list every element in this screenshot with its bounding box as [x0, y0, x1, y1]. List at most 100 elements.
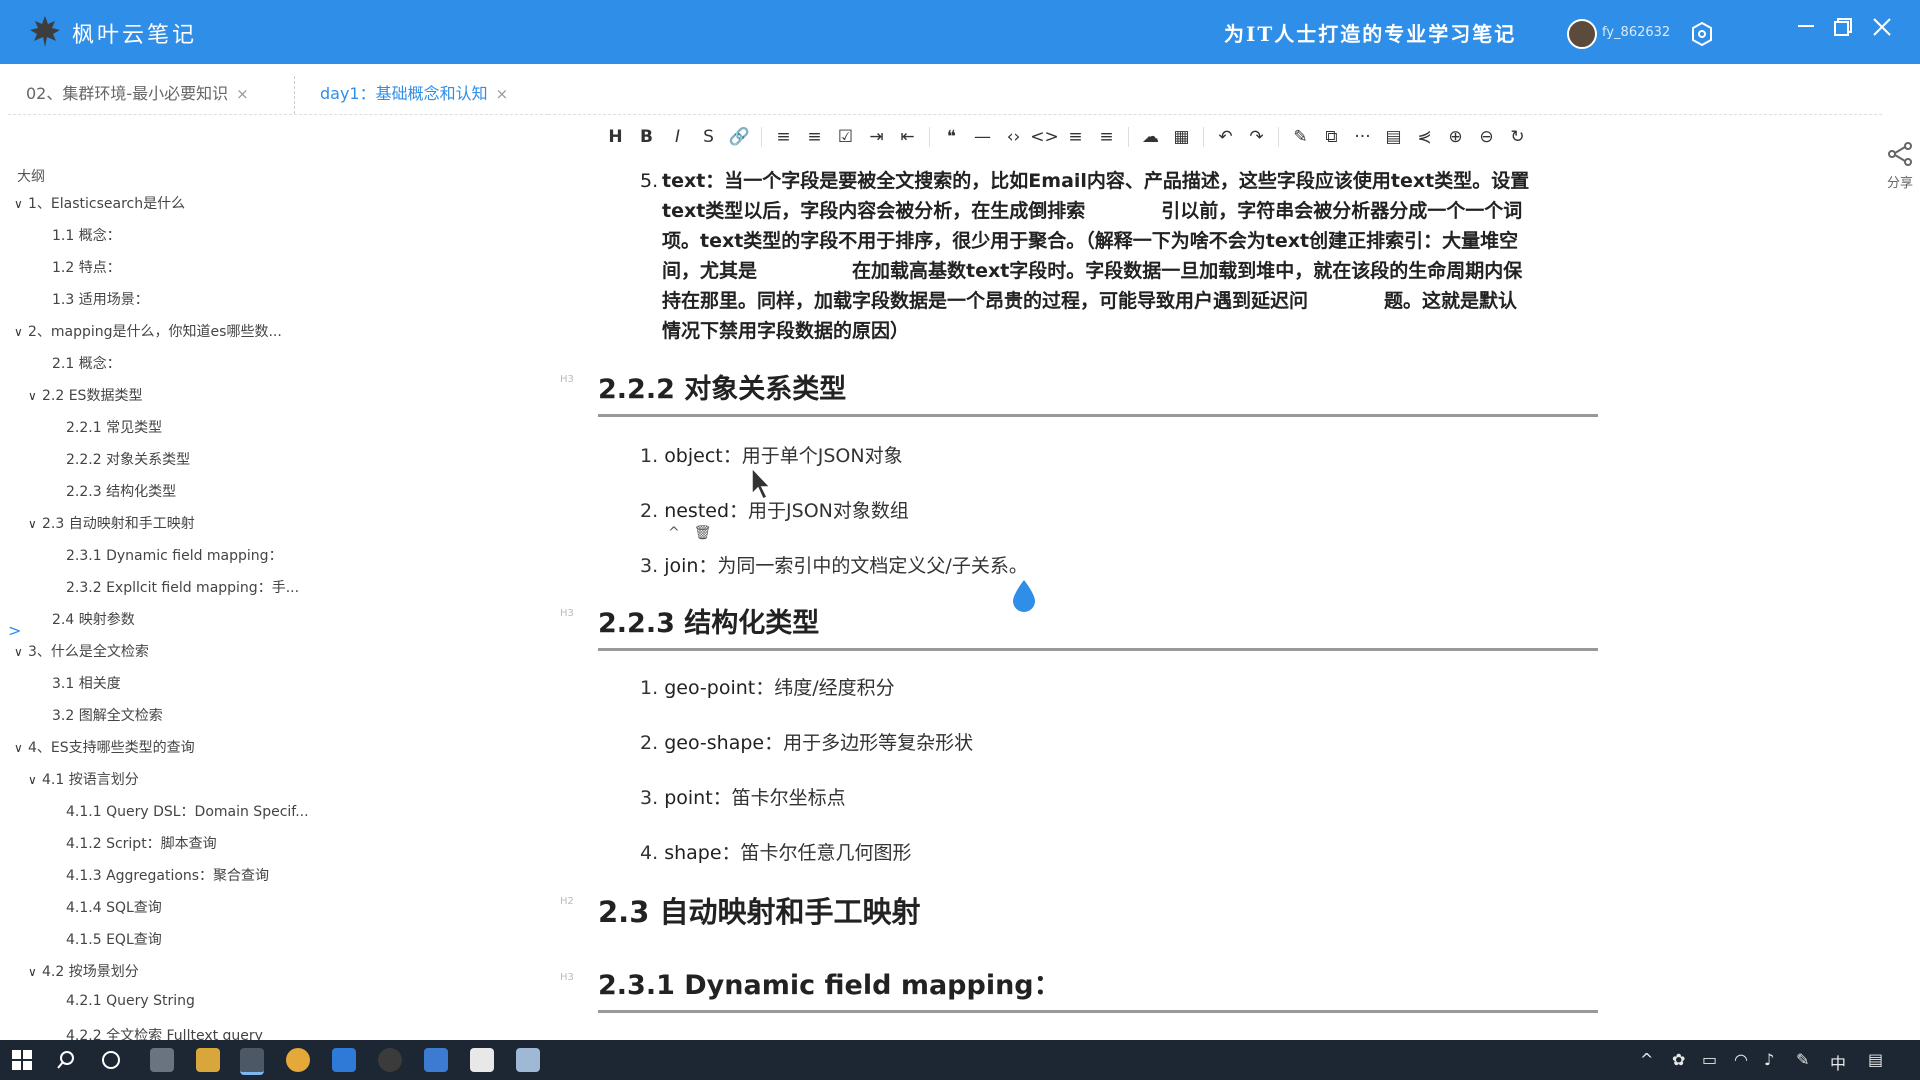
- indent-icon[interactable]: ⇥: [861, 124, 892, 150]
- notification-icon[interactable]: ▤: [1868, 1050, 1883, 1069]
- gear-tray-icon[interactable]: ✿: [1672, 1050, 1685, 1069]
- username[interactable]: fy_862632: [1602, 25, 1670, 40]
- outline-item[interactable]: 2.1 概念：: [38, 353, 121, 373]
- tab-cluster-env[interactable]: 02、集群环境-最小必要知识 ×: [26, 80, 249, 104]
- outline-item[interactable]: ∨ 4.1 按语言划分: [28, 769, 139, 789]
- outline-item[interactable]: 4.1.4 SQL查询: [52, 897, 162, 917]
- outline-item[interactable]: 2.3.2 Expllcit field mapping：手...: [52, 577, 299, 597]
- outline-item[interactable]: ∨ 4.2 按场景划分: [28, 961, 139, 981]
- outline-item[interactable]: 1.1 概念：: [38, 225, 121, 245]
- outline-item[interactable]: 2.4 映射参数: [38, 609, 135, 629]
- outline-item[interactable]: 2.2.1 常见类型: [52, 417, 162, 437]
- hexagon-settings-icon[interactable]: [1688, 20, 1716, 48]
- outline-item[interactable]: 4.1.3 Aggregations：聚合查询: [52, 865, 269, 885]
- maple-note-app-icon[interactable]: [240, 1048, 264, 1075]
- ordered-list-icon[interactable]: ≡: [799, 124, 830, 150]
- chevron-down-icon[interactable]: ∨: [14, 741, 28, 755]
- sidebar-toggle-icon[interactable]: >: [8, 621, 21, 640]
- text-editor-icon[interactable]: [470, 1048, 494, 1072]
- chevron-down-icon[interactable]: ∨: [28, 965, 42, 979]
- battery-icon[interactable]: ▭: [1702, 1050, 1717, 1069]
- wifi-icon[interactable]: ◠: [1734, 1050, 1748, 1069]
- terminal-app-icon[interactable]: [378, 1048, 402, 1072]
- ime-indicator[interactable]: 中: [1830, 1050, 1846, 1074]
- outline-item[interactable]: ∨ 3、什么是全文检索: [14, 641, 149, 661]
- list-item: 2. geo-shape：用于多边形等复杂形状: [640, 728, 973, 755]
- bullet-list-icon[interactable]: ≡: [768, 124, 799, 150]
- outline-item[interactable]: 2.2.2 对象关系类型: [52, 449, 190, 469]
- network-tool-icon[interactable]: [424, 1048, 448, 1072]
- document-content[interactable]: 5. text：当一个字段是要被全文搜索的，比如Email内容、产品描述，这些字…: [560, 150, 1600, 1040]
- search-icon[interactable]: [56, 1050, 76, 1070]
- outline-item[interactable]: 4.2.1 Query String: [52, 993, 195, 1009]
- tab-close-icon[interactable]: ×: [496, 85, 509, 103]
- volume-icon[interactable]: ♪: [1764, 1050, 1774, 1069]
- mail-app-icon[interactable]: [332, 1048, 356, 1072]
- outline-item[interactable]: ∨ 4、ES支持哪些类型的查询: [14, 737, 195, 757]
- table-icon[interactable]: ▦: [1166, 124, 1197, 150]
- undo-icon[interactable]: ↶: [1210, 124, 1241, 150]
- chevron-down-icon[interactable]: ∨: [28, 389, 42, 403]
- chrome-icon[interactable]: [286, 1048, 310, 1072]
- chevron-down-icon[interactable]: ∨: [14, 325, 28, 339]
- task-view-icon[interactable]: [150, 1048, 174, 1072]
- code-block-icon[interactable]: <>: [1029, 124, 1060, 150]
- mindmap-icon[interactable]: ⋞: [1409, 124, 1440, 150]
- outdent-icon[interactable]: ⇤: [892, 124, 923, 150]
- outline-item[interactable]: 1.3 适用场景：: [38, 289, 149, 309]
- cortana-icon[interactable]: [101, 1050, 121, 1070]
- upload-icon[interactable]: ☁: [1135, 124, 1166, 150]
- outline-item[interactable]: 4.1.1 Query DSL：Domain Specif...: [52, 801, 309, 821]
- task-list-icon[interactable]: ☑: [830, 124, 861, 150]
- avatar[interactable]: [1567, 19, 1597, 49]
- pen-icon[interactable]: ✎: [1796, 1050, 1809, 1069]
- outline-item[interactable]: ∨ 2.2 ES数据类型: [28, 385, 142, 405]
- minimize-icon[interactable]: [1788, 12, 1824, 44]
- more-icon[interactable]: ···: [1347, 124, 1378, 150]
- share-button[interactable]: 分享: [1880, 140, 1920, 191]
- align-icon[interactable]: ≡: [1060, 124, 1091, 150]
- windows-start-icon[interactable]: [12, 1050, 32, 1070]
- chevron-down-icon[interactable]: ∨: [28, 517, 42, 531]
- close-window-icon[interactable]: [1864, 12, 1900, 44]
- file-explorer-icon[interactable]: [196, 1048, 220, 1072]
- tab-day1[interactable]: day1：基础概念和认知 ×: [320, 80, 508, 104]
- outline-item[interactable]: 4.1.2 Script：脚本查询: [52, 833, 217, 853]
- edit-icon[interactable]: ✎: [1285, 124, 1316, 150]
- outline-item[interactable]: 2.2.3 结构化类型: [52, 481, 176, 501]
- outline-item[interactable]: ∨ 1、Elasticsearch是什么: [14, 193, 185, 213]
- italic-icon[interactable]: I: [662, 124, 693, 150]
- outline-item[interactable]: 4.1.5 EQL查询: [52, 929, 162, 949]
- format-icon[interactable]: ≡: [1091, 124, 1122, 150]
- strikethrough-icon[interactable]: S: [693, 124, 724, 150]
- chevron-down-icon[interactable]: ∨: [28, 773, 42, 787]
- notes-app-icon[interactable]: [516, 1048, 540, 1072]
- inline-code-icon[interactable]: ‹›: [998, 124, 1029, 150]
- outline-item[interactable]: ∨ 2、mapping是什么，你知道es哪些数...: [14, 321, 282, 341]
- chevron-down-icon[interactable]: ∨: [14, 197, 28, 211]
- external-open-icon[interactable]: ⧉: [1316, 124, 1347, 150]
- outline-item[interactable]: 3.2 图解全文检索: [38, 705, 163, 725]
- link-icon[interactable]: 🔗: [724, 124, 755, 150]
- outline-item-label: 2.2.3 结构化类型: [66, 484, 177, 500]
- paragraph-line: 项。text类型的字段不用于排序，很少用于聚合。（解释一下为啥不会为text创建…: [662, 230, 1519, 252]
- outline-item[interactable]: 3.1 相关度: [38, 673, 121, 693]
- quote-icon[interactable]: ❝: [936, 124, 967, 150]
- zoom-out-icon[interactable]: ⊖: [1471, 124, 1502, 150]
- bold-icon[interactable]: B: [631, 124, 662, 150]
- heading-icon[interactable]: H: [600, 124, 631, 150]
- zoom-in-icon[interactable]: ⊕: [1440, 124, 1471, 150]
- template-icon[interactable]: ▤: [1378, 124, 1409, 150]
- redo-icon[interactable]: ↷: [1241, 124, 1272, 150]
- restore-icon[interactable]: [1824, 12, 1860, 44]
- outline-item[interactable]: 1.2 特点：: [38, 257, 121, 277]
- chevron-down-icon[interactable]: ∨: [14, 645, 28, 659]
- outline-item[interactable]: 4.2.2 全文检索 Fulltext query: [52, 1025, 263, 1040]
- outline-item[interactable]: ∨ 2.3 自动映射和手工映射: [28, 513, 195, 533]
- outline-item[interactable]: 2.3.1 Dynamic field mapping：: [52, 545, 283, 565]
- refresh-icon[interactable]: ↻: [1502, 124, 1533, 150]
- tray-expand-icon[interactable]: ^: [1640, 1050, 1653, 1069]
- horizontal-rule-icon[interactable]: —: [967, 124, 998, 150]
- block-actions[interactable]: ^ 🗑: [668, 522, 712, 542]
- tab-close-icon[interactable]: ×: [236, 85, 249, 103]
